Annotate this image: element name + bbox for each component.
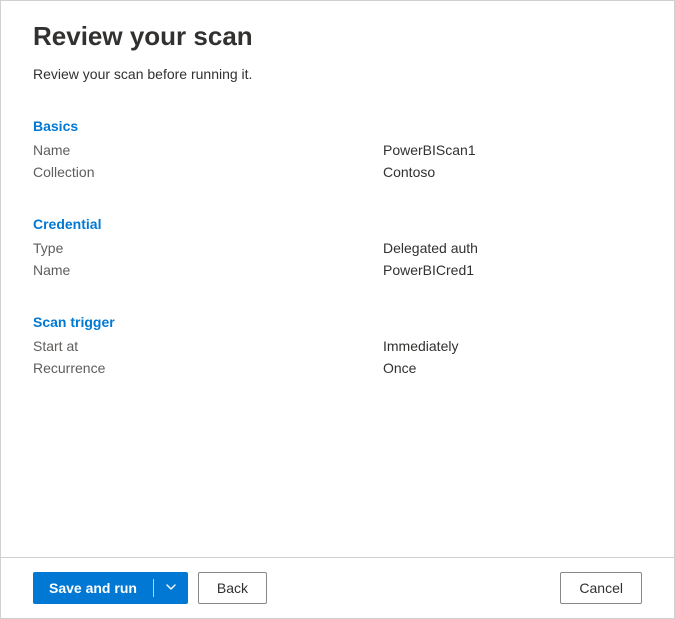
page-subtitle: Review your scan before running it. xyxy=(33,66,642,82)
section-heading-scan-trigger: Scan trigger xyxy=(33,314,642,330)
label-credential-type: Type xyxy=(33,240,383,256)
chevron-down-icon xyxy=(165,580,177,596)
section-heading-credential: Credential xyxy=(33,216,642,232)
value-basics-collection: Contoso xyxy=(383,164,435,180)
review-scan-panel: Review your scan Review your scan before… xyxy=(0,0,675,619)
label-scan-trigger-recurrence: Recurrence xyxy=(33,360,383,376)
label-basics-collection: Collection xyxy=(33,164,383,180)
back-button[interactable]: Back xyxy=(198,572,267,604)
cancel-button[interactable]: Cancel xyxy=(560,572,642,604)
save-and-run-menu-button[interactable] xyxy=(154,572,188,604)
row-credential-type: Type Delegated auth xyxy=(33,240,642,256)
value-credential-type: Delegated auth xyxy=(383,240,478,256)
row-credential-name: Name PowerBICred1 xyxy=(33,262,642,278)
value-credential-name: PowerBICred1 xyxy=(383,262,474,278)
save-and-run-split-button: Save and run xyxy=(33,572,188,604)
row-basics-name: Name PowerBIScan1 xyxy=(33,142,642,158)
section-heading-basics: Basics xyxy=(33,118,642,134)
value-basics-name: PowerBIScan1 xyxy=(383,142,476,158)
save-and-run-button[interactable]: Save and run xyxy=(33,572,153,604)
page-title: Review your scan xyxy=(33,21,642,52)
row-basics-collection: Collection Contoso xyxy=(33,164,642,180)
panel-content: Review your scan Review your scan before… xyxy=(1,1,674,557)
panel-footer: Save and run Back Cancel xyxy=(1,557,674,618)
row-scan-trigger-start: Start at Immediately xyxy=(33,338,642,354)
label-credential-name: Name xyxy=(33,262,383,278)
value-scan-trigger-start: Immediately xyxy=(383,338,458,354)
value-scan-trigger-recurrence: Once xyxy=(383,360,416,376)
section-credential: Credential Type Delegated auth Name Powe… xyxy=(33,216,642,278)
section-scan-trigger: Scan trigger Start at Immediately Recurr… xyxy=(33,314,642,376)
row-scan-trigger-recurrence: Recurrence Once xyxy=(33,360,642,376)
section-basics: Basics Name PowerBIScan1 Collection Cont… xyxy=(33,118,642,180)
label-basics-name: Name xyxy=(33,142,383,158)
label-scan-trigger-start: Start at xyxy=(33,338,383,354)
